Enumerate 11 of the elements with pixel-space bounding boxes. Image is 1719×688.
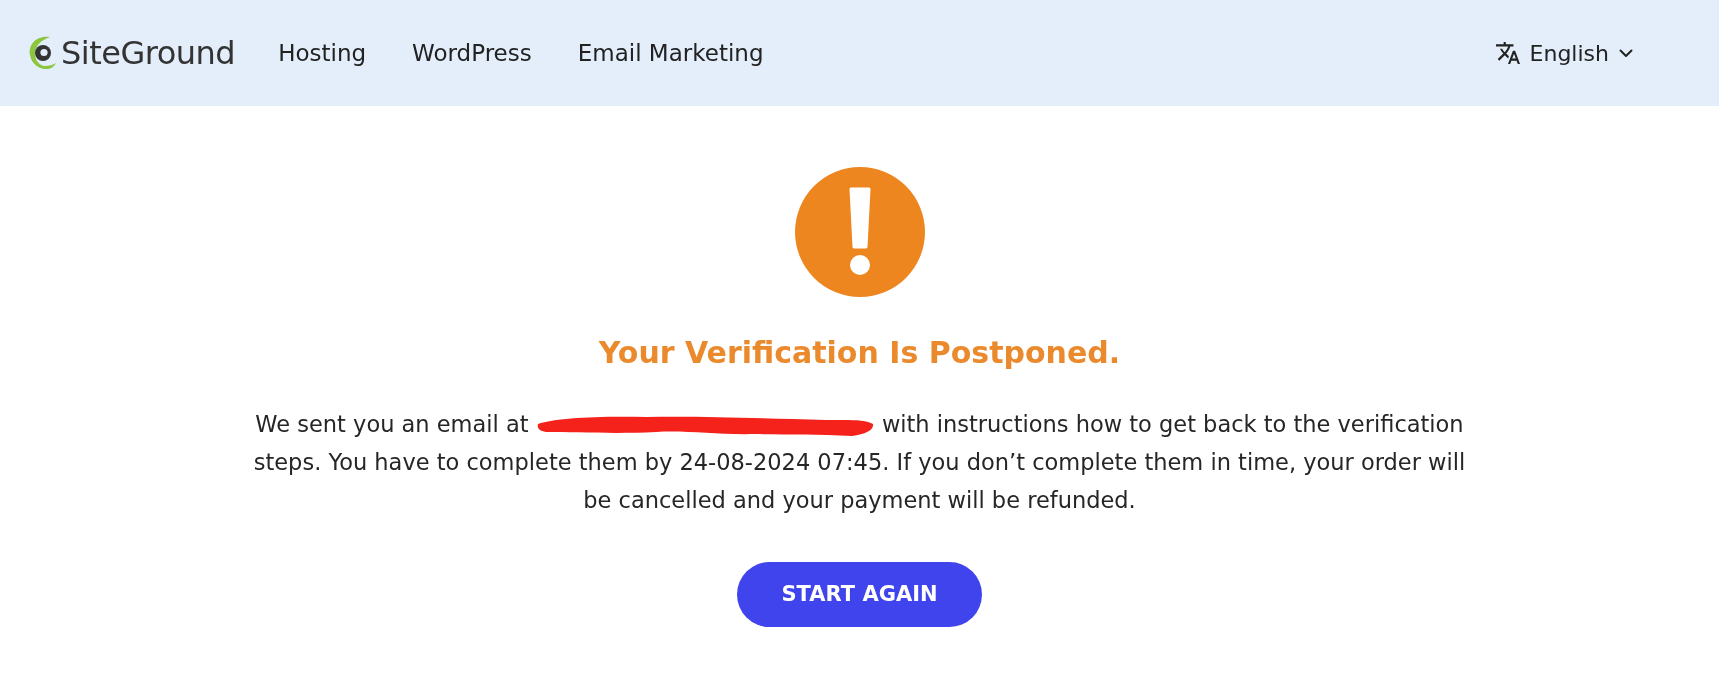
start-again-button[interactable]: START AGAIN bbox=[737, 562, 982, 627]
chevron-down-icon bbox=[1619, 48, 1633, 58]
nav-link[interactable]: WordPress bbox=[412, 35, 532, 71]
translate-icon bbox=[1495, 41, 1520, 65]
warning-icon bbox=[794, 167, 925, 297]
status-title: Your Verification Is Postponed. bbox=[598, 334, 1121, 372]
nav-link[interactable]: Hosting bbox=[278, 35, 367, 71]
message-text: We sent you an email at with instructions how to get back to the verification steps. You have to complete them by 24-08-2024 07:45. If you don’t complete them in time, your order will be cancelled and your payment will be refunded. bbox=[252, 410, 1467, 515]
language-selector[interactable]: English bbox=[1495, 36, 1633, 70]
nav-link[interactable]: Email Marketing bbox=[577, 35, 764, 71]
logo-link[interactable]: SiteGround bbox=[28, 33, 236, 73]
